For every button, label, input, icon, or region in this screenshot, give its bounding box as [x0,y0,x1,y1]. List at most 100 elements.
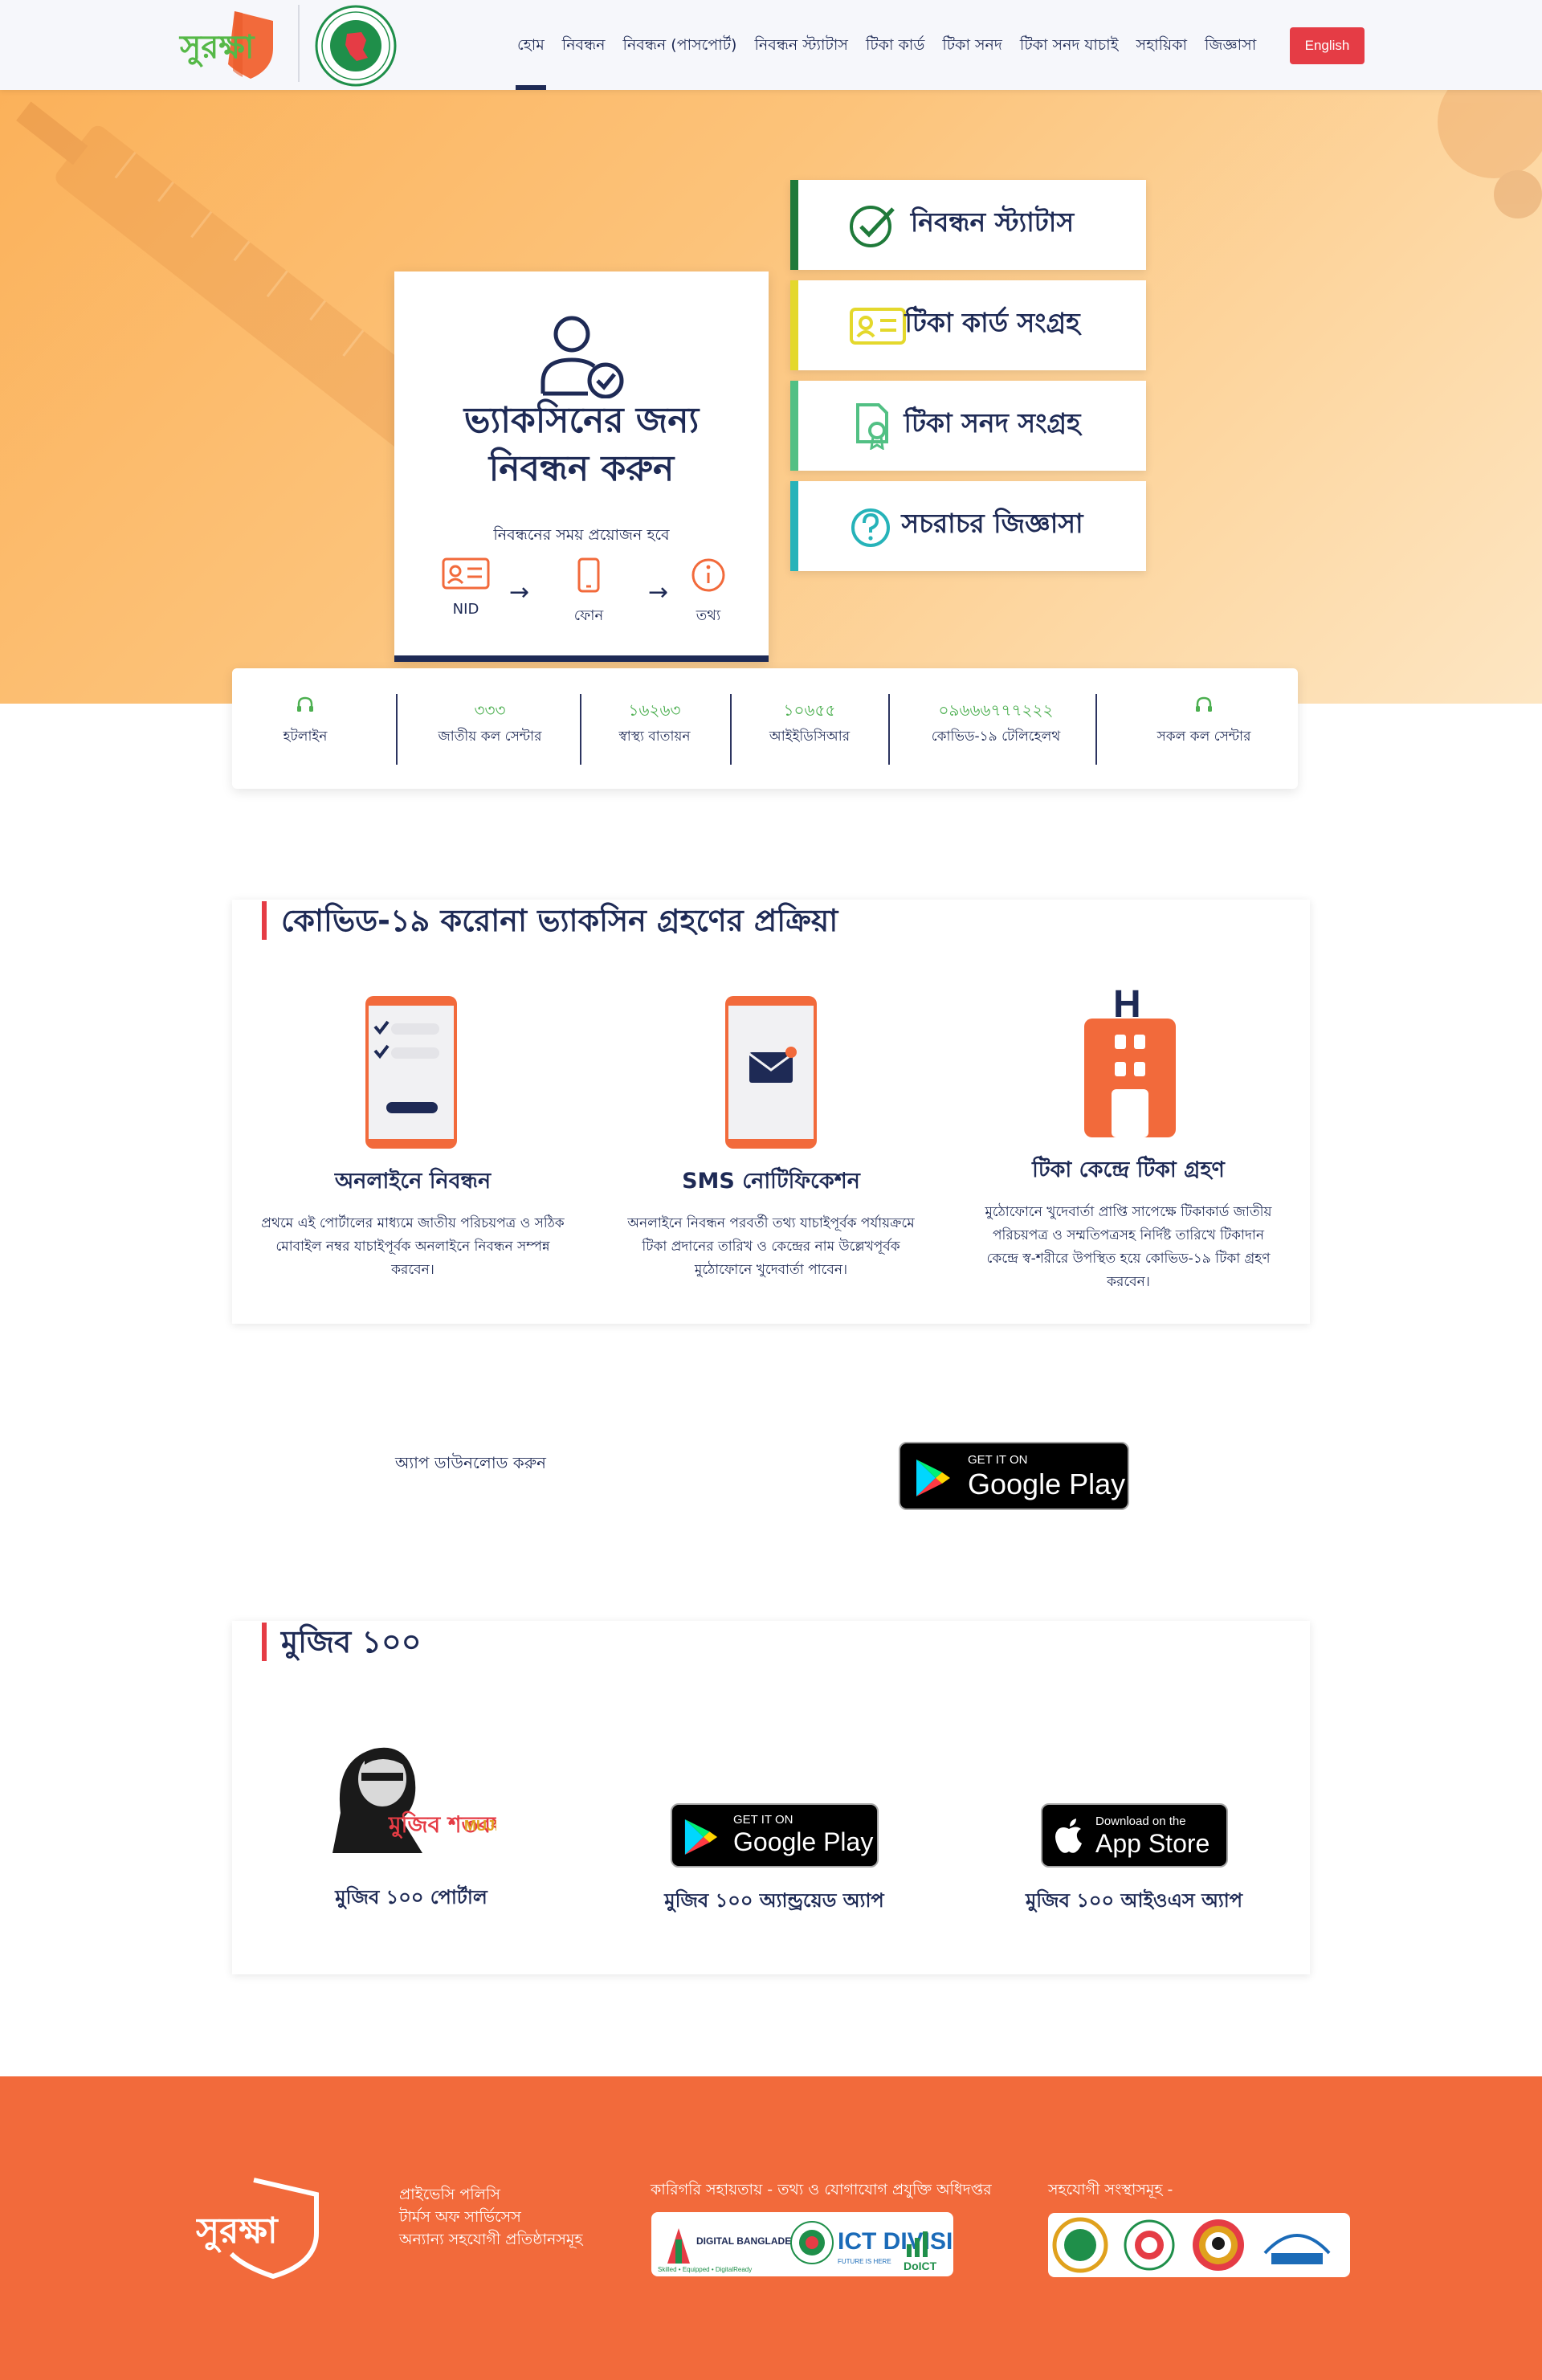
app-download-label: অ্যাপ ডাউনলোড করুন [395,1453,546,1472]
mujib-logo-text-en: MUJIB 100 [464,1818,496,1834]
digital-bangladesh-tagline: Skilled • Equipped • DigitalReady [658,2266,752,2273]
mujib-100-logo[interactable]: মুজিব শতবর্ষ MUJIB 100 [326,1736,496,1856]
step-description-line: অনলাইনে নিবন্ধন পরবর্তী তথ্য যাচাইপূর্বক… [627,1215,915,1231]
page: সুরক্ষা হোম নিবন্ধন নিবন্ধন (পাসপোর্ট) ন… [0,0,1542,2380]
hotline-number: ৩৩৩ [474,700,506,720]
other-partners-link[interactable]: অন্যান্য সহযোগী প্রতিষ্ঠানসমূহ [399,2228,582,2254]
hotline-caption: সকল কল সেন্টার [1156,729,1251,745]
step-description-line: টিকা প্রদানের তারিখ ও কেন্দ্রের নাম উল্ল… [642,1239,900,1255]
hotline-item[interactable]: ৩৩৩ জাতীয় কল সেন্টার [403,668,577,789]
arrow-right-icon: → [648,578,669,606]
nav-item-vaccine-certificate[interactable]: টিকা সনদ [942,0,1002,90]
phone-checklist-icon [365,996,457,1149]
digital-bangladesh-text: DIGITAL BANGLADESH [696,2235,805,2247]
footer-surokkha-logo[interactable]: সুরক্ষা [196,2177,321,2280]
mujib-android-caption[interactable]: মুজিব ১০০ অ্যান্ড্রয়েড অ্যাপ [646,1886,903,1918]
hotline-bar: হটলাইন ৩৩৩ জাতীয় কল সেন্টার ১৬২৬৩ স্বাস… [232,668,1298,789]
syringe-illustration [16,90,1542,618]
user-check-icon [541,316,624,398]
nav-item-registration-passport[interactable]: নিবন্ধন (পাসপোর্ট) [623,0,737,90]
side-card-label: নিবন্ধন স্ট্যাটাস [910,206,1075,238]
badge-small-text: Download on the [1095,1815,1186,1828]
step-sms-notification: SMS নোটিফিকেশন অনলাইনে নিবন্ধন পরবর্তী ত… [590,1165,952,1282]
nav-item-home[interactable]: হোম [516,0,546,90]
info-icon [691,558,725,592]
requirement-phone: ফোন [553,557,625,629]
requirement-info: তথ্য [672,557,744,629]
badge-small-text: GET IT ON [733,1813,793,1827]
headset-icon [1196,696,1212,712]
hero-section: ভ্যাকসিনের জন্য নিবন্ধন করুন নিবন্ধনের স… [0,90,1542,704]
badge-big-text: Google Play [733,1827,874,1856]
register-title-line1: ভ্যাকসিনের জন্য [463,400,700,441]
partner-logos-image [1052,2217,1331,2273]
nav-item-certificate-verify[interactable]: টিকা সনদ যাচাই [1020,0,1119,90]
govt-seal-icon[interactable] [315,5,397,87]
nav-item-faq[interactable]: জিজ্ঞাসা [1205,0,1256,90]
english-language-button[interactable]: English [1290,27,1365,64]
step-description-line: মোবাইল নম্বর যাচাইপূর্বক অনলাইনে নিবন্ধন… [275,1239,550,1255]
step-description: মুঠোফোনে খুদেবার্তা প্রাপ্তি সাপেক্ষে টি… [948,1201,1309,1294]
side-card-label: টিকা কার্ড সংগ্রহ [904,307,1080,338]
requirement-nid: NID [430,557,502,618]
step-description-line: পরিচয়পত্র ও সম্মতিপত্রসহ নির্দিষ্ট তারি… [992,1227,1264,1243]
mujib-portal-caption[interactable]: মুজিব ১০০ পোর্টাল [291,1883,532,1915]
step-description-line: মুঠোফোনে খুদেবার্তা প্রাপ্তি সাপেক্ষে টি… [985,1204,1272,1220]
requirement-info-label: তথ্য [696,607,721,624]
step-title: SMS নোটিফিকেশন [682,1169,860,1194]
hotline-item[interactable]: হটলাইন [264,668,346,789]
mujib-app-store-badge[interactable]: Download on the App Store [1041,1803,1228,1868]
register-card[interactable]: ভ্যাকসিনের জন্য নিবন্ধন করুন নিবন্ধনের স… [394,271,769,662]
mujib-google-play-badge[interactable]: GET IT ON Google Play [671,1803,879,1868]
phone-icon [577,557,600,593]
step-online-registration: অনলাইনে নিবন্ধন প্রথমে এই পোর্টালের মাধ্… [232,1165,594,1282]
site-header: সুরক্ষা হোম নিবন্ধন নিবন্ধন (পাসপোর্ট) ন… [0,0,1542,90]
hotline-number: ১৬২৬৩ [628,700,681,720]
side-card-faq[interactable]: সচরাচর জিজ্ঞাসা [790,481,1146,571]
divider [730,694,732,765]
step-description: প্রথমে এই পোর্টালের মাধ্যমে জাতীয় পরিচয… [232,1212,594,1282]
surokkha-logo[interactable]: সুরক্ষা [178,8,279,82]
step-description-line: মুঠোফোনে খুদেবার্তা পাবেন। [694,1262,848,1278]
nav-item-registration[interactable]: নিবন্ধন [562,0,606,90]
step-vaccination-center: টিকা কেন্দ্রে টিকা গ্রহণ মুঠোফোনে খুদেবা… [948,1153,1309,1294]
divider [580,694,581,765]
side-card-vaccine-certificate[interactable]: টিকা সনদ সংগ্রহ [790,381,1146,471]
side-card-vaccine-card[interactable]: টিকা কার্ড সংগ্রহ [790,280,1146,370]
mujib-title: মুজিব ১০০ [262,1623,421,1661]
mujib-ios-caption[interactable]: মুজিব ১০০ আইওএস অ্যাপ [1014,1886,1254,1918]
hotline-item[interactable]: সকল কল সেন্টার [1124,668,1284,789]
process-title: কোভিড-১৯ করোনা ভ্যাকসিন গ্রহণের প্রক্রিয… [262,901,838,940]
google-play-badge[interactable]: GET IT ON Google Play [899,1442,1129,1510]
apple-icon [1055,1819,1082,1853]
doict-text: DoICT [904,2260,937,2272]
tech-support-logos[interactable]: DIGITAL BANGLADESH Skilled • Equipped • … [651,2212,989,2276]
register-subtitle: নিবন্ধনের সময় প্রয়োজন হবে [493,526,670,544]
requirement-nid-label: NID [452,601,479,618]
hotline-item[interactable]: ১৬২৬৩ স্বাস্থ্য বাতায়ন [588,668,721,789]
side-card-registration-status[interactable]: নিবন্ধন স্ট্যাটাস [790,180,1146,270]
site-footer: সুরক্ষা প্রাইভেসি পলিসি টার্মস অফ সার্ভি… [0,2076,1542,2380]
google-play-icon [916,1459,950,1496]
headset-icon [297,696,313,712]
hotline-item[interactable]: ১০৬৫৫ আইইডিসিআর [736,668,883,789]
badge-small-text: GET IT ON [968,1453,1028,1467]
ict-division-tagline: FUTURE IS HERE [838,2258,891,2265]
hotline-caption: জাতীয় কল সেন্টার [438,729,542,745]
step-title: অনলাইনে নিবন্ধন [334,1169,492,1194]
phone-sms-icon [725,996,817,1149]
side-card-label: টিকা সনদ সংগ্রহ [904,407,1081,439]
step-description-line: করবেন। [1107,1274,1150,1290]
nav-item-guide[interactable]: সহায়িকা [1136,0,1187,90]
hotline-caption: আইইডিসিআর [769,729,851,745]
step-title: টিকা কেন্দ্রে টিকা গ্রহণ [1032,1157,1225,1182]
main-nav: হোম নিবন্ধন নিবন্ধন (পাসপোর্ট) নিবন্ধন স… [516,0,1274,90]
badge-big-text: Google Play [968,1468,1126,1500]
partner-logos[interactable] [1048,2213,1350,2277]
nav-item-registration-status[interactable]: নিবন্ধন স্ট্যাটাস [754,0,847,90]
hospital-icon: H [1084,985,1176,1137]
nav-item-vaccine-card[interactable]: টিকা কার্ড [866,0,924,90]
hotline-caption: কোভিড-১৯ টেলিহেলথ [931,729,1061,745]
hotline-caption: হটলাইন [283,729,328,745]
hotline-item[interactable]: ০৯৬৬৬৭৭৭২২২ কোভিড-১৯ টেলিহেলথ [895,668,1096,789]
